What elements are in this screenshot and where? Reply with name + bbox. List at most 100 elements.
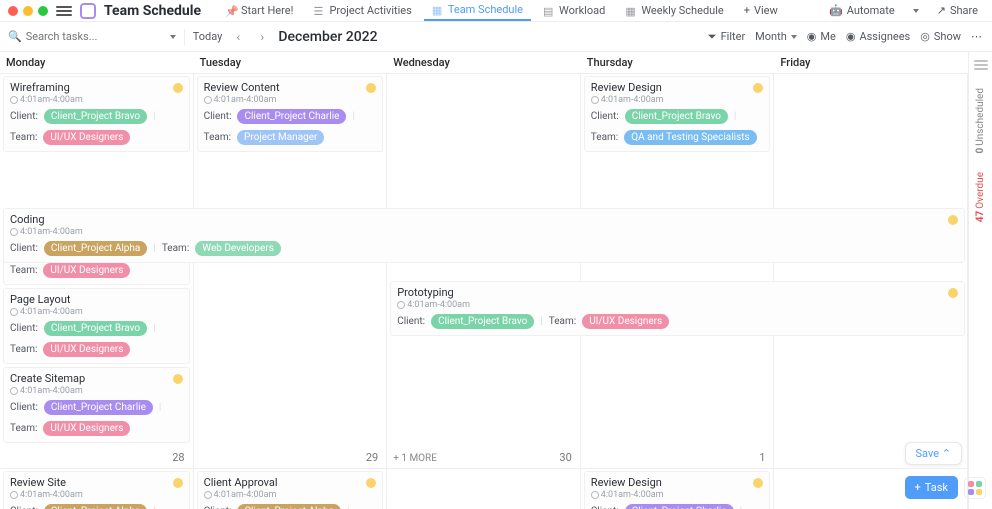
prev-month-button[interactable]: ‹: [230, 29, 246, 45]
day-cell-mon[interactable]: Review Site 4:01am-4:00am Client: Client…: [0, 469, 194, 509]
chevron-down-icon: [913, 9, 919, 13]
show-button[interactable]: ◎Show: [920, 30, 961, 43]
next-month-button[interactable]: ›: [254, 29, 270, 45]
automate-dropdown[interactable]: [907, 6, 925, 16]
chevron-down-icon[interactable]: [170, 35, 176, 39]
task-card[interactable]: Coding 4:01am-4:00am Client: Client_Proj…: [3, 208, 965, 263]
task-title: Review Design: [591, 476, 764, 489]
task-card[interactable]: Wireframing 4:01am-4:00am Client: Client…: [3, 76, 190, 152]
status-icon: [173, 374, 183, 384]
day-cell-wed[interactable]: [387, 469, 581, 509]
me-button[interactable]: ◉Me: [807, 30, 836, 43]
month-label: December 2022: [278, 29, 377, 45]
task-time: 4:01am-4:00am: [10, 386, 183, 396]
task-card[interactable]: Review Design 4:01am-4:00am Client: Clie…: [584, 471, 771, 509]
day-cell-thu[interactable]: Review Design 4:01am-4:00am Client: Clie…: [581, 469, 775, 509]
client-pill[interactable]: Client_Project Alpha: [44, 241, 147, 256]
team-pill[interactable]: Web Developers: [195, 241, 281, 256]
task-card[interactable]: Page Layout 4:01am-4:00am Client: Client…: [3, 288, 190, 364]
day-cell-tue[interactable]: Review Content 4:01am-4:00am Client: Cli…: [194, 74, 388, 469]
page-title: Team Schedule: [104, 3, 201, 19]
team-pill[interactable]: UI/UX Designers: [43, 342, 130, 357]
clock-icon: [204, 96, 212, 104]
client-label: Client:: [10, 323, 38, 334]
day-cell-wed[interactable]: + 1 MORE 30: [387, 74, 581, 469]
day-cell-tue[interactable]: Client Approval 4:01am-4:00am Client: Cl…: [194, 469, 388, 509]
minimize-icon[interactable]: [23, 6, 33, 16]
month-dropdown[interactable]: Month: [755, 30, 797, 43]
task-card[interactable]: Client Approval 4:01am-4:00am Client: Cl…: [197, 471, 384, 509]
task-card[interactable]: Review Design 4:01am-4:00am Client: Clie…: [584, 76, 771, 152]
task-time: 4:01am-4:00am: [10, 490, 183, 500]
calendar-icon: ▦: [625, 5, 637, 17]
unscheduled-panel[interactable]: 0Unscheduled: [975, 88, 986, 154]
chevron-down-icon: [791, 35, 797, 39]
space-icon[interactable]: [80, 3, 96, 19]
client-pill[interactable]: Client_Project Bravo: [431, 314, 534, 329]
filter-button[interactable]: ⏷Filter: [708, 30, 745, 44]
plus-icon: +: [744, 4, 750, 17]
tab-start-here[interactable]: 📌Start Here!: [217, 1, 301, 20]
day-header: Monday: [0, 52, 194, 73]
team-label: Team:: [204, 132, 231, 143]
day-cell-thu[interactable]: Review Design 4:01am-4:00am Client: Clie…: [581, 74, 775, 469]
client-pill[interactable]: Client_Project Bravo: [44, 109, 147, 124]
tab-add-view[interactable]: +View: [736, 1, 786, 20]
maximize-icon[interactable]: [38, 6, 48, 16]
task-card[interactable]: Review Site 4:01am-4:00am Client: Client…: [3, 471, 190, 509]
day-header: Tuesday: [194, 52, 388, 73]
create-task-button[interactable]: +Task: [905, 476, 958, 499]
client-pill[interactable]: Client_Project Charlie: [237, 109, 346, 124]
client-pill[interactable]: Client_Project Alpha: [237, 504, 340, 509]
task-card[interactable]: Review Content 4:01am-4:00am Client: Cli…: [197, 76, 384, 152]
client-pill[interactable]: Client_Project Charlie: [44, 400, 153, 415]
tab-workload[interactable]: ▤Workload: [535, 1, 613, 20]
user-icon: ◉: [807, 30, 817, 43]
window-controls[interactable]: [8, 6, 48, 16]
task-time: 4:01am-4:00am: [591, 95, 764, 105]
apps-button[interactable]: [964, 477, 986, 499]
team-pill[interactable]: UI/UX Designers: [43, 421, 130, 436]
task-time: 4:01am-4:00am: [591, 490, 764, 500]
hamburger-icon[interactable]: [56, 3, 72, 19]
automate-button[interactable]: 🤖Automate: [823, 1, 901, 20]
assignees-button[interactable]: ◉Assignees: [846, 30, 910, 43]
team-pill[interactable]: UI/UX Designers: [582, 314, 669, 329]
task-time: 4:01am-4:00am: [204, 490, 377, 500]
list-toggle-icon[interactable]: [974, 60, 988, 70]
clock-icon: [10, 228, 18, 236]
client-label: Client:: [204, 111, 232, 122]
close-icon[interactable]: [8, 6, 18, 16]
tab-weekly-schedule[interactable]: ▦Weekly Schedule: [617, 1, 731, 20]
more-button[interactable]: ⋯: [971, 30, 984, 43]
eye-icon: ◎: [920, 30, 930, 43]
tab-project-activities[interactable]: ☰Project Activities: [305, 1, 419, 20]
client-pill[interactable]: Client_Project Bravo: [625, 109, 728, 124]
day-number: 28: [172, 451, 184, 464]
client-label: Client:: [10, 111, 38, 122]
tab-team-schedule[interactable]: ▦Team Schedule: [424, 0, 531, 21]
team-pill[interactable]: QA and Testing Specialists: [624, 130, 756, 145]
more-tasks-button[interactable]: + 1 MORE: [393, 453, 437, 464]
overdue-panel[interactable]: 47Overdue: [975, 172, 986, 222]
client-pill[interactable]: Client_Project Alpha: [44, 504, 147, 509]
collapse-icon: ⌃: [942, 447, 951, 460]
status-icon: [173, 83, 183, 93]
task-card[interactable]: Create Sitemap 4:01am-4:00am Client: Cli…: [3, 367, 190, 443]
team-pill[interactable]: UI/UX Designers: [43, 263, 130, 278]
team-pill[interactable]: UI/UX Designers: [43, 130, 130, 145]
day-cell-mon[interactable]: Wireframing 4:01am-4:00am Client: Client…: [0, 74, 194, 469]
client-label: Client:: [397, 316, 425, 327]
search-input[interactable]: [26, 30, 166, 43]
save-button[interactable]: Save ⌃: [905, 442, 962, 465]
search-input-wrap[interactable]: 🔍: [8, 30, 176, 43]
share-button[interactable]: ↗Share: [931, 1, 984, 20]
today-button[interactable]: Today: [193, 30, 223, 43]
client-pill[interactable]: Client_Project Charlie: [625, 504, 734, 509]
team-pill[interactable]: Project Manager: [237, 130, 324, 145]
task-card[interactable]: Prototyping 4:01am-4:00am Client: Client…: [390, 281, 965, 336]
client-pill[interactable]: Client_Project Bravo: [44, 321, 147, 336]
day-cell-fri[interactable]: 2: [774, 74, 968, 469]
plus-icon: +: [915, 481, 921, 494]
team-label: Team:: [162, 243, 189, 254]
